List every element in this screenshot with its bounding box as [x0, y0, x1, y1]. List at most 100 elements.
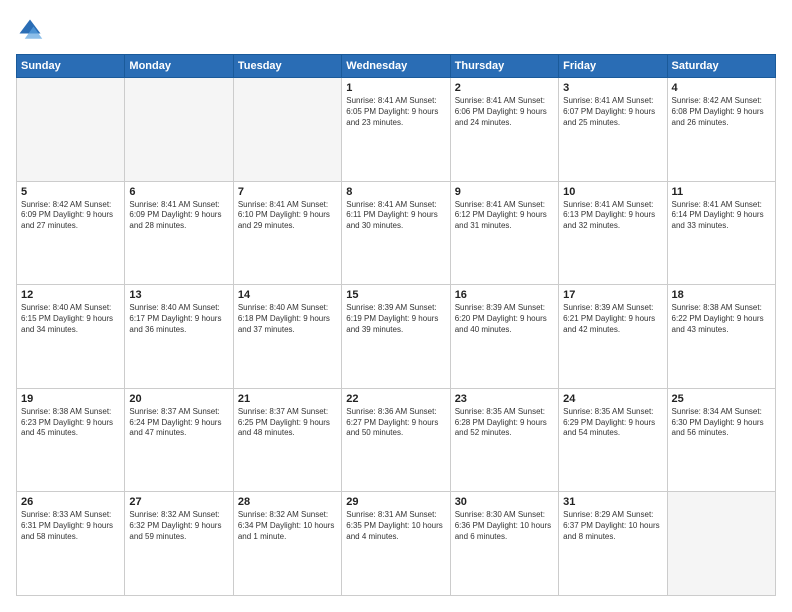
day-number: 29: [346, 496, 445, 508]
weekday-header-row: SundayMondayTuesdayWednesdayThursdayFrid…: [17, 55, 776, 78]
calendar-cell: 19 Sunrise: 8:38 AM Sunset: 6:23 PM Dayli…: [17, 388, 125, 492]
calendar-week-row: 12 Sunrise: 8:40 AM Sunset: 6:15 PM Dayli…: [17, 285, 776, 389]
calendar-cell: 24 Sunrise: 8:35 AM Sunset: 6:29 PM Dayli…: [559, 388, 667, 492]
calendar-cell: 20 Sunrise: 8:37 AM Sunset: 6:24 PM Dayli…: [125, 388, 233, 492]
day-number: 20: [129, 393, 228, 405]
day-info: Sunrise: 8:36 AM Sunset: 6:27 PM Dayligh…: [346, 407, 445, 439]
day-number: 31: [563, 496, 662, 508]
weekday-header: Thursday: [450, 55, 558, 78]
calendar-week-row: 5Sunrise: 8:42 AM Sunset: 6:09 PM Daylig…: [17, 181, 776, 285]
weekday-header: Tuesday: [233, 55, 341, 78]
weekday-header: Friday: [559, 55, 667, 78]
day-number: 9: [455, 186, 554, 198]
day-info: Sunrise: 8:32 AM Sunset: 6:32 PM Dayligh…: [129, 510, 228, 542]
day-number: 21: [238, 393, 337, 405]
calendar-cell: 14 Sunrise: 8:40 AM Sunset: 6:18 PM Dayli…: [233, 285, 341, 389]
day-number: 15: [346, 289, 445, 301]
calendar-cell: 30 Sunrise: 8:30 AM Sunset: 6:36 PM Dayli…: [450, 492, 558, 596]
day-number: 18: [672, 289, 771, 301]
day-number: 5: [21, 186, 120, 198]
day-number: 13: [129, 289, 228, 301]
day-info: Sunrise: 8:41 AM Sunset: 6:06 PM Dayligh…: [455, 96, 554, 128]
day-number: 23: [455, 393, 554, 405]
day-info: Sunrise: 8:35 AM Sunset: 6:29 PM Dayligh…: [563, 407, 662, 439]
header: [16, 16, 776, 44]
weekday-header: Sunday: [17, 55, 125, 78]
day-number: 11: [672, 186, 771, 198]
calendar-cell: 9 Sunrise: 8:41 AM Sunset: 6:12 PM Daylig…: [450, 181, 558, 285]
calendar-cell: 11 Sunrise: 8:41 AM Sunset: 6:14 PM Dayli…: [667, 181, 775, 285]
calendar-cell: 31 Sunrise: 8:29 AM Sunset: 6:37 PM Dayli…: [559, 492, 667, 596]
day-info: Sunrise: 8:41 AM Sunset: 6:05 PM Dayligh…: [346, 96, 445, 128]
day-info: Sunrise: 8:37 AM Sunset: 6:25 PM Dayligh…: [238, 407, 337, 439]
day-info: Sunrise: 8:37 AM Sunset: 6:24 PM Dayligh…: [129, 407, 228, 439]
day-info: Sunrise: 8:41 AM Sunset: 6:13 PM Dayligh…: [563, 200, 662, 232]
day-info: Sunrise: 8:32 AM Sunset: 6:34 PM Dayligh…: [238, 510, 337, 542]
weekday-header: Wednesday: [342, 55, 450, 78]
calendar-cell: 16Sunrise: 8:39 AM Sunset: 6:20 PM Dayli…: [450, 285, 558, 389]
calendar-cell: 21 Sunrise: 8:37 AM Sunset: 6:25 PM Dayli…: [233, 388, 341, 492]
calendar-cell: 4 Sunrise: 8:42 AM Sunset: 6:08 PM Daylig…: [667, 78, 775, 182]
day-info: Sunrise: 8:40 AM Sunset: 6:17 PM Dayligh…: [129, 303, 228, 335]
calendar-cell: [667, 492, 775, 596]
logo: [16, 16, 48, 44]
day-number: 6: [129, 186, 228, 198]
calendar-cell: 26 Sunrise: 8:33 AM Sunset: 6:31 PM Dayli…: [17, 492, 125, 596]
calendar-cell: 23 Sunrise: 8:35 AM Sunset: 6:28 PM Dayli…: [450, 388, 558, 492]
weekday-header: Saturday: [667, 55, 775, 78]
day-info: Sunrise: 8:41 AM Sunset: 6:14 PM Dayligh…: [672, 200, 771, 232]
day-number: 12: [21, 289, 120, 301]
day-info: Sunrise: 8:38 AM Sunset: 6:23 PM Dayligh…: [21, 407, 120, 439]
calendar-cell: 12 Sunrise: 8:40 AM Sunset: 6:15 PM Dayli…: [17, 285, 125, 389]
day-number: 27: [129, 496, 228, 508]
day-number: 3: [563, 82, 662, 94]
calendar-week-row: 19 Sunrise: 8:38 AM Sunset: 6:23 PM Dayli…: [17, 388, 776, 492]
day-info: Sunrise: 8:29 AM Sunset: 6:37 PM Dayligh…: [563, 510, 662, 542]
logo-icon: [16, 16, 44, 44]
day-info: Sunrise: 8:40 AM Sunset: 6:18 PM Dayligh…: [238, 303, 337, 335]
calendar-table: SundayMondayTuesdayWednesdayThursdayFrid…: [16, 54, 776, 596]
day-number: 7: [238, 186, 337, 198]
calendar-cell: 29 Sunrise: 8:31 AM Sunset: 6:35 PM Dayli…: [342, 492, 450, 596]
day-info: Sunrise: 8:33 AM Sunset: 6:31 PM Dayligh…: [21, 510, 120, 542]
day-info: Sunrise: 8:31 AM Sunset: 6:35 PM Dayligh…: [346, 510, 445, 542]
day-number: 10: [563, 186, 662, 198]
day-number: 8: [346, 186, 445, 198]
calendar-cell: 5Sunrise: 8:42 AM Sunset: 6:09 PM Daylig…: [17, 181, 125, 285]
day-number: 14: [238, 289, 337, 301]
day-info: Sunrise: 8:35 AM Sunset: 6:28 PM Dayligh…: [455, 407, 554, 439]
day-number: 26: [21, 496, 120, 508]
calendar-cell: 10 Sunrise: 8:41 AM Sunset: 6:13 PM Dayli…: [559, 181, 667, 285]
day-number: 30: [455, 496, 554, 508]
day-info: Sunrise: 8:40 AM Sunset: 6:15 PM Dayligh…: [21, 303, 120, 335]
day-info: Sunrise: 8:41 AM Sunset: 6:12 PM Dayligh…: [455, 200, 554, 232]
day-info: Sunrise: 8:41 AM Sunset: 6:11 PM Dayligh…: [346, 200, 445, 232]
calendar-cell: 17 Sunrise: 8:39 AM Sunset: 6:21 PM Dayli…: [559, 285, 667, 389]
calendar-cell: 2 Sunrise: 8:41 AM Sunset: 6:06 PM Daylig…: [450, 78, 558, 182]
calendar-cell: 3Sunrise: 8:41 AM Sunset: 6:07 PM Daylig…: [559, 78, 667, 182]
day-info: Sunrise: 8:30 AM Sunset: 6:36 PM Dayligh…: [455, 510, 554, 542]
calendar-cell: 6Sunrise: 8:41 AM Sunset: 6:09 PM Daylig…: [125, 181, 233, 285]
day-number: 19: [21, 393, 120, 405]
day-number: 24: [563, 393, 662, 405]
day-info: Sunrise: 8:41 AM Sunset: 6:10 PM Dayligh…: [238, 200, 337, 232]
day-info: Sunrise: 8:42 AM Sunset: 6:08 PM Dayligh…: [672, 96, 771, 128]
day-info: Sunrise: 8:38 AM Sunset: 6:22 PM Dayligh…: [672, 303, 771, 335]
day-number: 17: [563, 289, 662, 301]
weekday-header: Monday: [125, 55, 233, 78]
day-info: Sunrise: 8:39 AM Sunset: 6:21 PM Dayligh…: [563, 303, 662, 335]
calendar-cell: 1 Sunrise: 8:41 AM Sunset: 6:05 PM Daylig…: [342, 78, 450, 182]
day-number: 4: [672, 82, 771, 94]
calendar-cell: [233, 78, 341, 182]
calendar-week-row: 1 Sunrise: 8:41 AM Sunset: 6:05 PM Daylig…: [17, 78, 776, 182]
calendar-cell: 25Sunrise: 8:34 AM Sunset: 6:30 PM Dayli…: [667, 388, 775, 492]
calendar-cell: 15Sunrise: 8:39 AM Sunset: 6:19 PM Dayli…: [342, 285, 450, 389]
day-number: 22: [346, 393, 445, 405]
day-number: 28: [238, 496, 337, 508]
calendar-cell: 7 Sunrise: 8:41 AM Sunset: 6:10 PM Daylig…: [233, 181, 341, 285]
day-number: 2: [455, 82, 554, 94]
day-number: 1: [346, 82, 445, 94]
calendar-cell: 27 Sunrise: 8:32 AM Sunset: 6:32 PM Dayli…: [125, 492, 233, 596]
calendar-cell: 22 Sunrise: 8:36 AM Sunset: 6:27 PM Dayli…: [342, 388, 450, 492]
day-info: Sunrise: 8:34 AM Sunset: 6:30 PM Dayligh…: [672, 407, 771, 439]
